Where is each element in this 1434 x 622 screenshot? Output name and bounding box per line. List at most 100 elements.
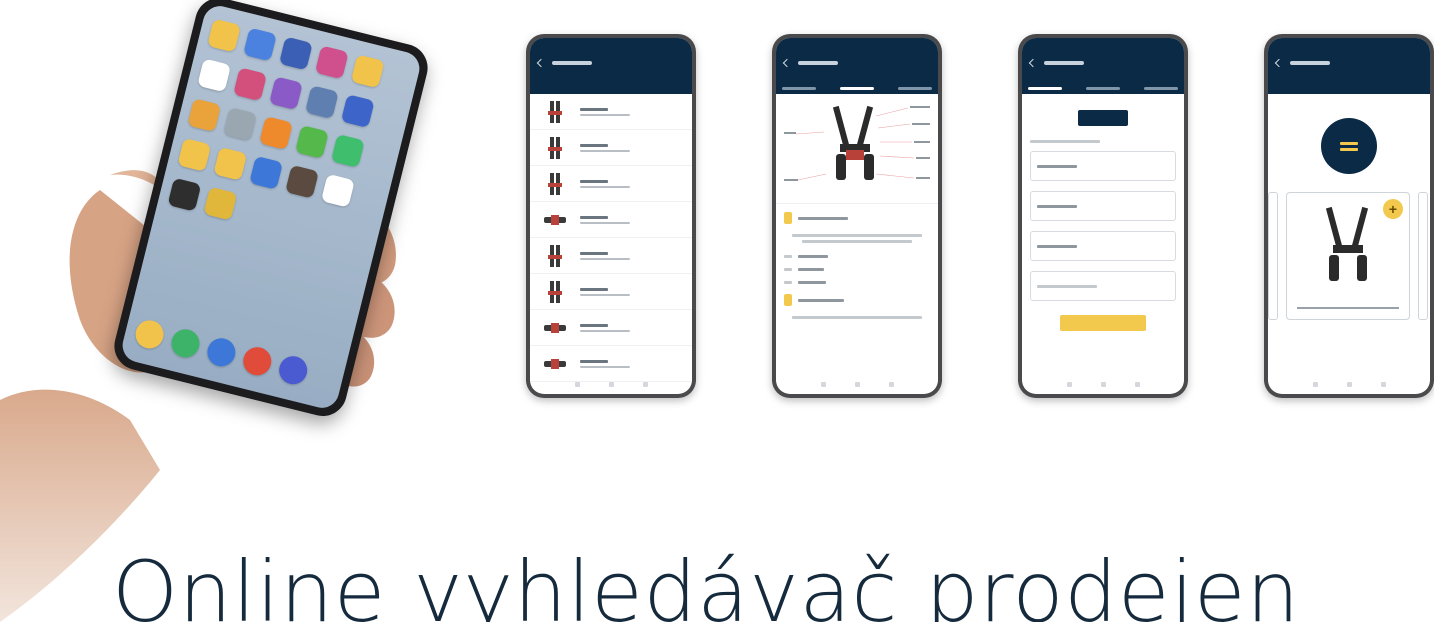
app-icon[interactable] bbox=[167, 177, 202, 212]
back-arrow-icon[interactable] bbox=[536, 58, 546, 68]
app-icon[interactable] bbox=[207, 18, 242, 53]
form-body bbox=[1022, 94, 1184, 341]
app-icon[interactable] bbox=[249, 155, 284, 190]
hand-holding-phone bbox=[0, 0, 433, 622]
add-icon[interactable]: + bbox=[1383, 199, 1403, 219]
app-icon[interactable] bbox=[213, 146, 248, 181]
app-bar bbox=[1268, 38, 1430, 94]
list-item[interactable] bbox=[530, 94, 692, 130]
tab-item[interactable] bbox=[898, 87, 932, 90]
submit-button[interactable] bbox=[1060, 315, 1146, 331]
app-icon[interactable] bbox=[278, 36, 313, 71]
phone-list-screen bbox=[526, 34, 696, 398]
app-icon[interactable] bbox=[285, 164, 319, 199]
app-bar-title bbox=[1044, 61, 1084, 65]
harness-icon bbox=[538, 135, 572, 161]
harness-icon bbox=[538, 171, 572, 197]
back-arrow-icon[interactable] bbox=[782, 58, 792, 68]
form-screen bbox=[1022, 38, 1184, 394]
app-icon[interactable] bbox=[350, 54, 385, 89]
list-item-text bbox=[580, 323, 630, 332]
system-nav-bar bbox=[776, 374, 938, 394]
product-carousel[interactable]: + bbox=[1268, 192, 1430, 320]
carousel-card[interactable]: + bbox=[1286, 192, 1410, 320]
app-icon[interactable] bbox=[268, 76, 303, 111]
dock-app-icon[interactable] bbox=[132, 317, 167, 352]
list-item-text bbox=[580, 251, 630, 260]
app-icon[interactable] bbox=[259, 116, 294, 150]
list-screen bbox=[530, 38, 692, 394]
back-arrow-icon[interactable] bbox=[1028, 58, 1038, 68]
list-item-text bbox=[580, 359, 630, 368]
list-item[interactable] bbox=[530, 274, 692, 310]
app-icon[interactable] bbox=[330, 133, 365, 168]
list-item-text bbox=[580, 107, 630, 116]
form-input[interactable] bbox=[1030, 151, 1176, 181]
harness-icon bbox=[538, 243, 572, 269]
app-icon[interactable] bbox=[320, 173, 355, 208]
tab-item[interactable] bbox=[782, 87, 816, 90]
app-icon[interactable] bbox=[340, 94, 375, 129]
app-icon[interactable] bbox=[203, 186, 238, 221]
harness-icon bbox=[538, 279, 572, 305]
list-item-text bbox=[580, 215, 630, 224]
app-icon[interactable] bbox=[177, 137, 212, 172]
phone-form-screen bbox=[1018, 34, 1188, 398]
belt-icon bbox=[538, 207, 572, 233]
phone-badge-screen: + bbox=[1264, 34, 1434, 398]
carousel-card-prev[interactable] bbox=[1268, 192, 1278, 320]
app-icon[interactable] bbox=[197, 58, 232, 93]
list-item[interactable] bbox=[530, 130, 692, 166]
info-icon bbox=[784, 212, 792, 224]
tab-item[interactable] bbox=[1086, 87, 1120, 90]
app-bar-title bbox=[552, 61, 592, 65]
harness-icon bbox=[784, 105, 930, 181]
list-item-text bbox=[580, 179, 630, 188]
system-nav-bar bbox=[530, 374, 692, 394]
dock-app-icon[interactable] bbox=[276, 353, 311, 388]
dock-app-icon[interactable] bbox=[240, 344, 275, 379]
app-icon[interactable] bbox=[233, 67, 268, 102]
form-input[interactable] bbox=[1030, 191, 1176, 221]
system-nav-bar bbox=[1022, 374, 1184, 394]
tab-item[interactable] bbox=[1144, 87, 1178, 90]
tab-item-active[interactable] bbox=[840, 87, 874, 90]
app-bar-title bbox=[1290, 61, 1330, 65]
app-bar-title bbox=[798, 61, 838, 65]
app-icon[interactable] bbox=[223, 107, 258, 142]
card-caption bbox=[1297, 307, 1399, 309]
tab-bar bbox=[1028, 87, 1178, 90]
carousel-card-next[interactable] bbox=[1418, 192, 1428, 320]
detail-screen bbox=[776, 38, 938, 394]
app-icon[interactable] bbox=[243, 27, 277, 62]
app-icon[interactable] bbox=[304, 85, 339, 120]
info-section bbox=[776, 204, 938, 330]
back-arrow-icon[interactable] bbox=[1274, 58, 1284, 68]
app-bar bbox=[776, 38, 938, 94]
list-item[interactable] bbox=[530, 166, 692, 202]
harness-icon bbox=[538, 99, 572, 125]
list-item-text bbox=[580, 287, 630, 296]
harness-diagram bbox=[776, 94, 938, 204]
app-bar bbox=[530, 38, 692, 94]
belt-icon bbox=[538, 351, 572, 377]
list-item[interactable] bbox=[530, 202, 692, 238]
form-input[interactable] bbox=[1030, 231, 1176, 261]
dock-app-icon[interactable] bbox=[204, 335, 239, 370]
dock-app-icon[interactable] bbox=[168, 326, 203, 361]
app-bar bbox=[1022, 38, 1184, 94]
list-item[interactable] bbox=[530, 238, 692, 274]
list-item-text bbox=[580, 143, 630, 152]
form-input[interactable] bbox=[1030, 271, 1176, 301]
product-list bbox=[530, 94, 692, 382]
app-icon[interactable] bbox=[294, 125, 329, 159]
list-item[interactable] bbox=[530, 310, 692, 346]
badge-screen: + bbox=[1268, 38, 1430, 394]
headline: Online vyhledávač prodejen bbox=[112, 543, 1300, 622]
system-nav-bar bbox=[1268, 374, 1430, 394]
scan-button[interactable] bbox=[1078, 110, 1128, 126]
app-icon[interactable] bbox=[187, 98, 222, 133]
app-icon[interactable] bbox=[314, 45, 349, 80]
tab-item-active[interactable] bbox=[1028, 87, 1062, 90]
tab-bar bbox=[782, 87, 932, 90]
